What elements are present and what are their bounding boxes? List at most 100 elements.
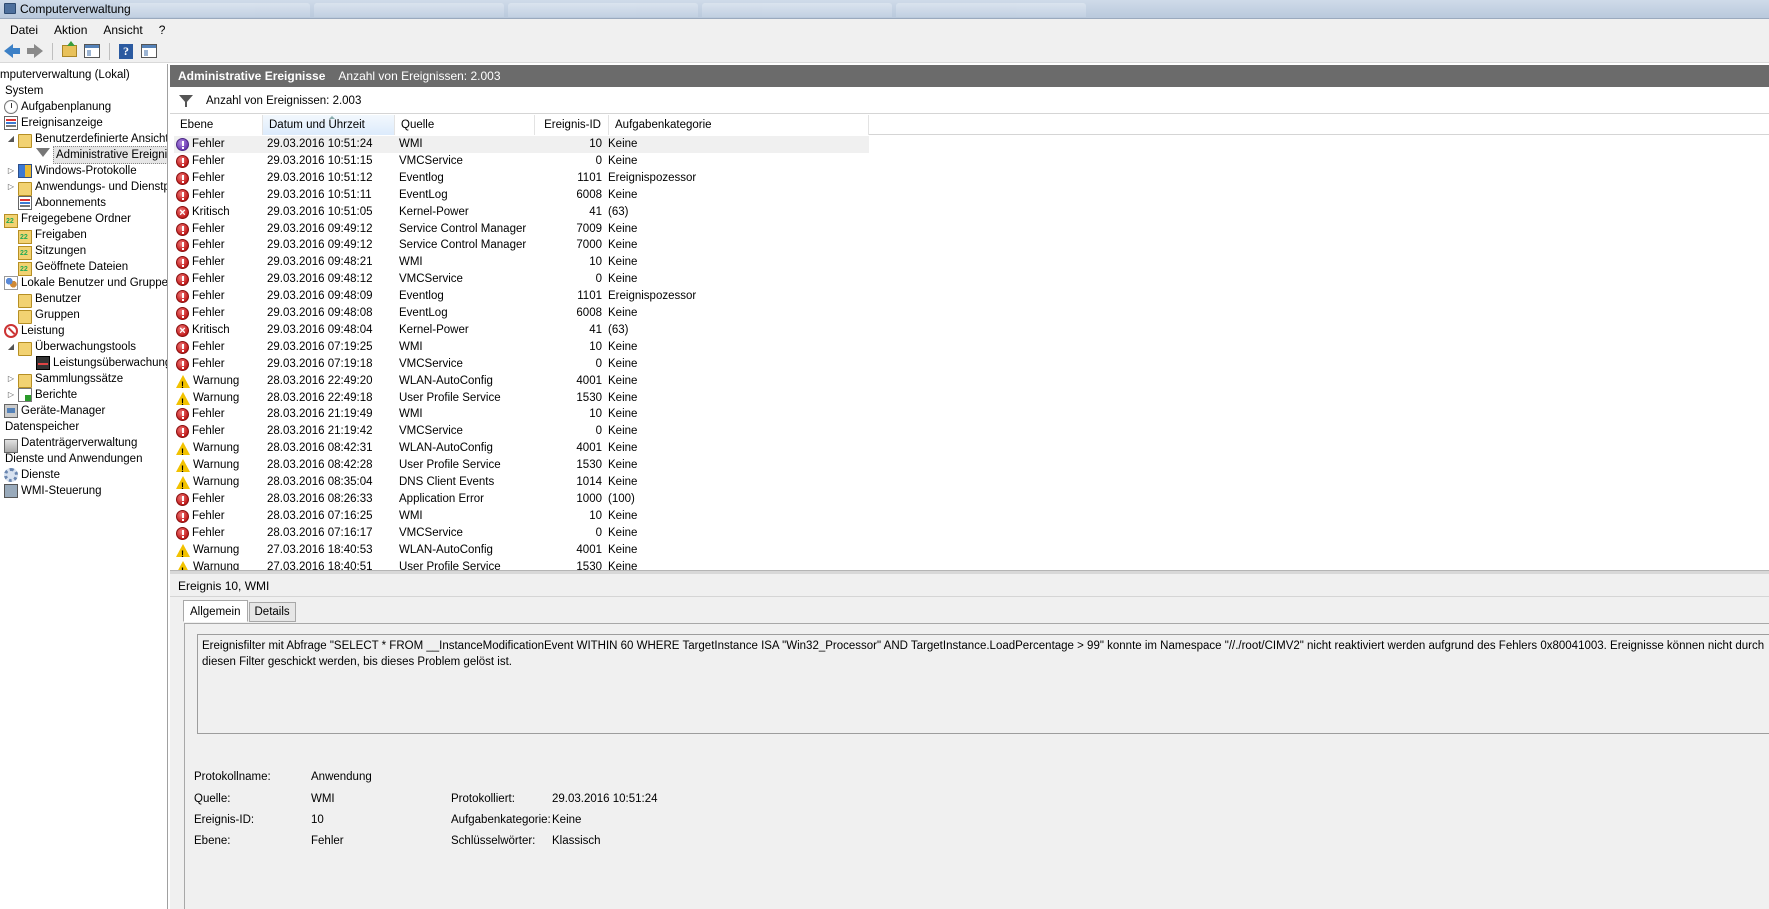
table-row[interactable]: Fehler 28.03.2016 08:26:33 Application Err… bbox=[174, 491, 869, 508]
collapsed-arrow-icon[interactable]: ▷ bbox=[6, 371, 16, 387]
collapsed-arrow-icon[interactable]: ▷ bbox=[6, 179, 16, 195]
table-row[interactable]: × Kritisch 29.03.2016 09:48:04 Kernel-Power… bbox=[174, 322, 869, 339]
table-row[interactable]: Warnung 28.03.2016 22:49:20 WLAN-AutoConfi… bbox=[174, 373, 869, 390]
cell-category: Keine bbox=[608, 543, 638, 556]
menu-ansicht[interactable]: Ansicht bbox=[93, 23, 148, 37]
action-pane-button[interactable] bbox=[139, 42, 159, 61]
tree-item-gruppen[interactable]: Gruppen bbox=[18, 307, 80, 324]
column-header-ebene[interactable]: Ebene bbox=[174, 115, 263, 135]
table-row[interactable]: Warnung 28.03.2016 08:42:31 WLAN-AutoConfi… bbox=[174, 440, 869, 457]
event-message[interactable]: Ereignisfilter mit Abfrage "SELECT * FRO… bbox=[197, 634, 1769, 734]
column-header-quelle[interactable]: Quelle bbox=[395, 115, 535, 135]
tree-item-wmi-steuerung[interactable]: WMI-Steuerung bbox=[4, 483, 102, 499]
collapsed-arrow-icon[interactable]: ▷ bbox=[6, 387, 16, 403]
table-row[interactable]: Fehler 29.03.2016 09:48:09 Eventlog 1101 Ere… bbox=[174, 288, 869, 305]
expanded-arrow-icon[interactable]: ◢ bbox=[6, 131, 16, 147]
table-row[interactable]: Fehler 29.03.2016 09:48:12 VMCService 0 Kein… bbox=[174, 271, 869, 288]
table-row[interactable]: Fehler 29.03.2016 09:49:12 Service Control… bbox=[174, 221, 869, 238]
table-row[interactable]: Warnung 28.03.2016 08:42:28 User Profile S… bbox=[174, 457, 869, 474]
expanded-arrow-icon[interactable]: ◢ bbox=[6, 339, 16, 355]
tree-item-berichte[interactable]: ▷ Berichte bbox=[6, 387, 77, 403]
tree-item-sammlungssaetze[interactable]: ▷ Sammlungssätze bbox=[6, 371, 123, 388]
table-row[interactable]: Fehler 29.03.2016 10:51:11 EventLog 6008 Kei… bbox=[174, 187, 869, 204]
tree-item-label: Freigegebene Ordner bbox=[21, 213, 131, 225]
tab-details[interactable]: Details bbox=[248, 602, 296, 622]
tree-item-geraete-manager[interactable]: Geräte-Manager bbox=[4, 403, 105, 419]
column-header-datum[interactable]: Datum und Uhrzeit bbox=[263, 115, 395, 135]
cell-event-id: 0 bbox=[595, 526, 602, 539]
cell-category: Keine bbox=[608, 526, 638, 539]
folder-icon bbox=[18, 181, 32, 196]
tree-item-label: Gruppen bbox=[35, 309, 80, 321]
table-row[interactable]: Fehler 29.03.2016 07:19:25 WMI 10 Keine bbox=[174, 339, 869, 356]
column-header-aufgabenkategorie[interactable]: Aufgabenkategorie bbox=[609, 115, 869, 135]
tab-allgemein[interactable]: Allgemein bbox=[183, 600, 248, 622]
table-row[interactable]: × Kritisch 29.03.2016 10:51:05 Kernel-Power… bbox=[174, 204, 869, 221]
field-value-quelle: WMI bbox=[311, 793, 335, 805]
cell-event-id: 0 bbox=[595, 273, 602, 286]
level-text: Fehler bbox=[192, 138, 225, 150]
table-row[interactable]: Warnung 27.03.2016 18:40:53 WLAN-AutoConfi… bbox=[174, 542, 869, 559]
tree-item-datenspeicher[interactable]: Datenspeicher bbox=[5, 419, 79, 435]
table-row[interactable]: Fehler 28.03.2016 21:19:49 WMI 10 Keine bbox=[174, 406, 869, 423]
tree-item-freigegebene-ordner[interactable]: Freigegebene Ordner bbox=[4, 211, 131, 230]
table-row[interactable]: Fehler 29.03.2016 09:48:21 WMI 10 Keine bbox=[174, 254, 869, 271]
tree-item-system[interactable]: System bbox=[5, 83, 43, 99]
level-text: Fehler bbox=[192, 509, 225, 522]
tree-item-windows-protokolle[interactable]: ▷ Windows-Protokolle bbox=[6, 163, 137, 179]
tree-item-dienste-und-anwendungen[interactable]: Dienste und Anwendungen bbox=[5, 451, 142, 467]
table-row[interactable]: Warnung 28.03.2016 08:35:04 DNS Client Eve… bbox=[174, 474, 869, 491]
table-row[interactable]: Fehler 29.03.2016 09:49:12 Service Control… bbox=[174, 237, 869, 254]
tree-item-abonnements[interactable]: Abonnements bbox=[18, 195, 106, 211]
tree-item-ereignisanzeige[interactable]: Ereignisanzeige bbox=[4, 115, 103, 131]
cell-date: 29.03.2016 09:48:12 bbox=[267, 273, 373, 286]
tree-item-benutzerdefinierte-ansichten[interactable]: ◢ Benutzerdefinierte Ansichte bbox=[6, 131, 167, 148]
reports-icon bbox=[18, 388, 32, 402]
tree-item-administrative-ereignisse[interactable]: Administrative Ereigniss bbox=[36, 146, 167, 164]
cell-event-id: 10 bbox=[589, 138, 602, 150]
table-row[interactable]: Fehler 29.03.2016 10:51:24 WMI 10 Keine bbox=[174, 136, 869, 153]
tree-item-dienste[interactable]: Dienste bbox=[4, 467, 60, 483]
table-row[interactable]: Fehler 28.03.2016 07:16:25 WMI 10 Keine bbox=[174, 508, 869, 525]
table-row[interactable]: Fehler 28.03.2016 07:16:17 VMCService 0 Kein… bbox=[174, 525, 869, 542]
help-button[interactable]: ? bbox=[116, 42, 136, 61]
tree-item-anwendungs-und-dienstprotokolle[interactable]: ▷ Anwendungs- und Dienstpr bbox=[6, 179, 167, 196]
table-row[interactable]: Fehler 29.03.2016 09:48:08 EventLog 6008 Kei… bbox=[174, 305, 869, 322]
cell-level: Fehler bbox=[176, 153, 264, 170]
menu-help[interactable]: ? bbox=[149, 23, 172, 37]
tree-item-geoeffnete-dateien[interactable]: Geöffnete Dateien bbox=[18, 259, 128, 278]
forward-button[interactable] bbox=[25, 42, 45, 61]
up-one-level-button[interactable] bbox=[59, 41, 79, 61]
cell-source: EventLog bbox=[399, 307, 448, 319]
table-row[interactable]: Warnung 28.03.2016 22:49:18 User Profile S… bbox=[174, 390, 869, 407]
table-row[interactable]: Fehler 28.03.2016 21:19:42 VMCService 0 Kein… bbox=[174, 423, 869, 440]
table-row[interactable]: Fehler 29.03.2016 10:51:15 VMCService 0 Kein… bbox=[174, 153, 869, 170]
table-row[interactable]: Fehler 29.03.2016 07:19:18 VMCService 0 Kein… bbox=[174, 356, 869, 373]
table-row[interactable]: Fehler 29.03.2016 10:51:12 Eventlog 1101 Ere… bbox=[174, 170, 869, 187]
menu-aktion[interactable]: Aktion bbox=[44, 23, 93, 37]
tree-item-aufgabenplanung[interactable]: Aufgabenplanung bbox=[4, 99, 111, 115]
cell-level: Fehler bbox=[176, 187, 264, 204]
tree-item-sitzungen[interactable]: Sitzungen bbox=[18, 243, 86, 262]
tree-item-computerverwaltung[interactable]: mputerverwaltung (Lokal) bbox=[0, 67, 130, 83]
tree-item-benutzer[interactable]: Benutzer bbox=[18, 291, 81, 308]
tree-item-datentraegerverwaltung[interactable]: Datenträgerverwaltung bbox=[4, 435, 137, 453]
cell-category: Ereignispozessor bbox=[608, 171, 697, 184]
tree-item-ueberwachungstools[interactable]: ◢ Überwachungstools bbox=[6, 339, 136, 356]
level-text: Fehler bbox=[192, 492, 225, 505]
cell-date: 29.03.2016 10:51:05 bbox=[267, 205, 373, 218]
cell-event-id: 10 bbox=[589, 408, 602, 421]
collapsed-arrow-icon[interactable]: ▷ bbox=[6, 163, 16, 179]
cell-source: User Profile Service bbox=[399, 391, 501, 404]
column-header-ereignis-id[interactable]: Ereignis-ID bbox=[535, 115, 609, 135]
error-icon bbox=[176, 273, 189, 287]
cell-source: VMCService bbox=[399, 154, 463, 167]
show-hide-tree-button[interactable] bbox=[82, 42, 102, 61]
tree-item-leistungsueberwachung[interactable]: Leistungsüberwachung bbox=[36, 355, 167, 371]
error-icon bbox=[176, 340, 189, 354]
tree-item-freigaben[interactable]: Freigaben bbox=[18, 227, 87, 246]
tree-item-lokale-benutzer-und-gruppen[interactable]: Lokale Benutzer und Gruppen bbox=[4, 275, 167, 291]
back-button[interactable] bbox=[2, 42, 22, 61]
menu-datei[interactable]: Datei bbox=[0, 23, 44, 37]
tree-item-leistung[interactable]: Leistung bbox=[4, 323, 64, 339]
